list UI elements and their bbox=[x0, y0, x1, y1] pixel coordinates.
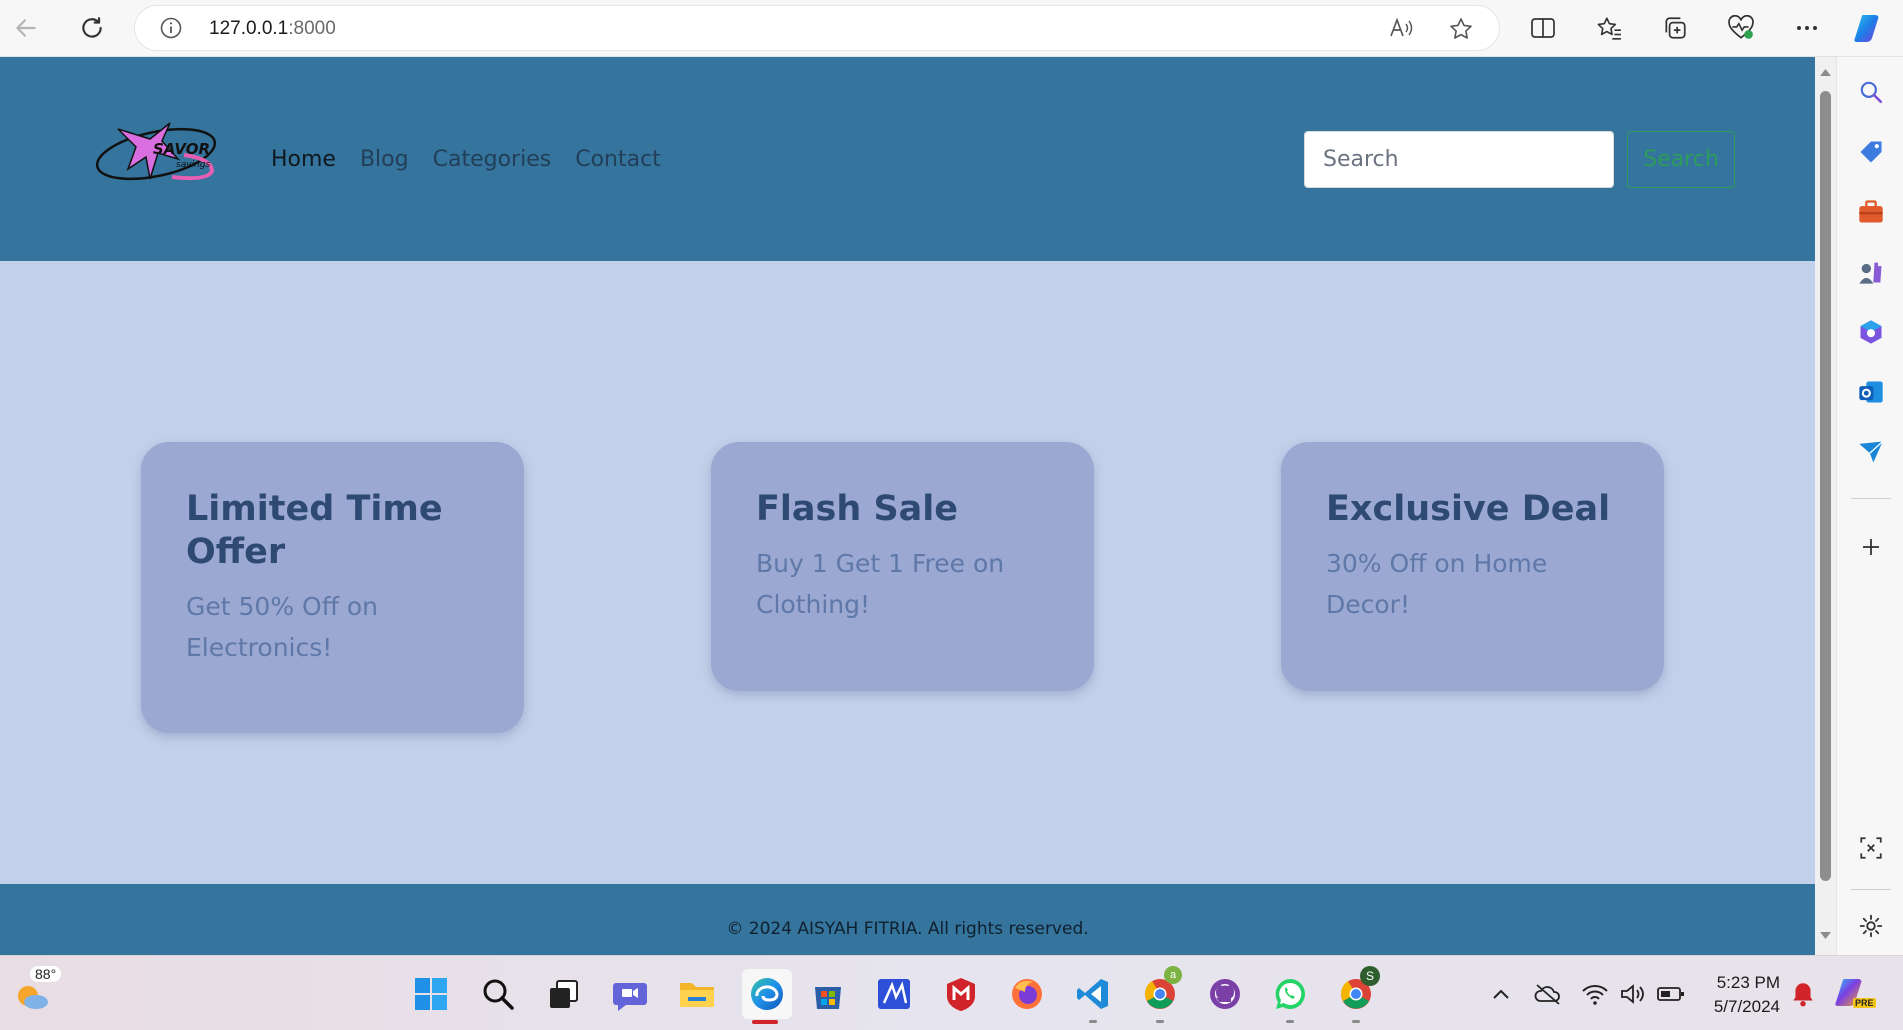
scroll-down-icon bbox=[1820, 932, 1831, 939]
sidebar-shopping-tag-icon[interactable] bbox=[1853, 134, 1889, 170]
refresh-icon bbox=[82, 17, 102, 38]
nav-home[interactable]: Home bbox=[271, 147, 336, 172]
browser-essentials-icon[interactable] bbox=[1723, 10, 1759, 46]
nav-categories[interactable]: Categories bbox=[433, 147, 552, 172]
favorites-icon[interactable] bbox=[1591, 10, 1627, 46]
edge-sidebar bbox=[1836, 57, 1903, 955]
search-input[interactable]: Search bbox=[1304, 131, 1614, 188]
browser-toolbar: 127.0.0.1:8000 bbox=[0, 0, 1903, 57]
read-aloud-icon[interactable] bbox=[1388, 16, 1414, 44]
url-port: :8000 bbox=[288, 18, 336, 39]
site-info-icon[interactable] bbox=[159, 16, 183, 44]
card-text: Buy 1 Get 1 Free on Clothing! bbox=[756, 549, 1005, 619]
windows-start-icon[interactable] bbox=[411, 974, 451, 1014]
whatsapp-icon[interactable] bbox=[1270, 974, 1310, 1014]
taskbar-clock[interactable]: 5:23 PM 5/7/2024 bbox=[1700, 971, 1780, 1019]
show-hidden-icons-chevron-icon[interactable] bbox=[1481, 974, 1521, 1014]
weather-temp: 88° bbox=[30, 966, 62, 982]
main-nav: Home Blog Categories Contact bbox=[271, 147, 661, 172]
sidebar-tools-icon[interactable] bbox=[1853, 194, 1889, 230]
url-host: 127.0.0.1 bbox=[209, 18, 289, 39]
page-viewport: SAVOR savings Home Blog Categories Conta… bbox=[0, 57, 1815, 955]
sidebar-screenshot-icon[interactable] bbox=[1853, 830, 1889, 866]
offer-card-limited-time: Limited Time Offer Get 50% Off on Electr… bbox=[141, 442, 524, 733]
logo-text: SAVOR bbox=[153, 140, 210, 158]
site-logo[interactable]: SAVOR savings bbox=[88, 117, 223, 187]
sidebar-search-icon[interactable] bbox=[1853, 74, 1889, 110]
copilot-icon[interactable] bbox=[1852, 10, 1888, 46]
sidebar-divider bbox=[1851, 889, 1891, 890]
scroll-up-icon bbox=[1820, 69, 1831, 76]
sidebar-settings-icon[interactable] bbox=[1853, 908, 1889, 944]
chrome-profile-s-icon[interactable]: S bbox=[1336, 966, 1380, 1014]
search-button-label: Search bbox=[1643, 147, 1719, 172]
task-view-icon[interactable] bbox=[544, 974, 584, 1014]
site-footer: © 2024 AISYAH FITRIA. All rights reserve… bbox=[0, 884, 1815, 955]
teams-chat-icon[interactable] bbox=[610, 974, 650, 1014]
logo-subtext: savings bbox=[176, 160, 210, 170]
copilot-taskbar-icon[interactable]: PRE bbox=[1833, 974, 1876, 1014]
sidebar-send-icon[interactable] bbox=[1853, 434, 1889, 470]
back-button[interactable] bbox=[8, 10, 44, 46]
running-indicator bbox=[1286, 1020, 1294, 1023]
firefox-icon[interactable] bbox=[1007, 974, 1047, 1014]
search-button[interactable]: Search bbox=[1627, 131, 1735, 188]
card-title: Flash Sale bbox=[756, 489, 959, 529]
file-explorer-icon[interactable] bbox=[677, 974, 717, 1014]
running-indicator bbox=[1156, 1020, 1164, 1023]
card-title: Limited Time Offer bbox=[186, 489, 443, 572]
clock-date: 5/7/2024 bbox=[1713, 997, 1780, 1016]
sidebar-divider bbox=[1851, 498, 1891, 499]
refresh-button[interactable] bbox=[74, 10, 110, 46]
sidebar-outlook-icon[interactable] bbox=[1853, 374, 1889, 410]
math-app-icon[interactable] bbox=[874, 974, 914, 1014]
url-text[interactable]: 127.0.0.1:8000 bbox=[209, 18, 336, 40]
chrome-profile-a-icon[interactable]: a bbox=[1140, 966, 1182, 1014]
wifi-icon[interactable] bbox=[1575, 974, 1615, 1014]
search-placeholder: Search bbox=[1323, 147, 1399, 172]
edge-active-indicator bbox=[752, 1020, 778, 1024]
more-options-icon[interactable] bbox=[1789, 10, 1825, 46]
microsoft-store-icon[interactable] bbox=[808, 974, 848, 1014]
vscode-icon[interactable] bbox=[1073, 974, 1113, 1014]
nav-blog[interactable]: Blog bbox=[360, 147, 409, 172]
nav-contact[interactable]: Contact bbox=[575, 147, 661, 172]
clock-time: 5:23 PM bbox=[1716, 973, 1780, 992]
taskbar-search-icon[interactable] bbox=[478, 974, 518, 1014]
favorite-star-icon[interactable] bbox=[1448, 16, 1474, 46]
footer-copyright: © 2024 AISYAH FITRIA. All rights reserve… bbox=[726, 918, 1089, 939]
profile-badge: S bbox=[1360, 966, 1380, 986]
weather-widget-icon[interactable] bbox=[12, 976, 52, 1016]
site-header: SAVOR savings Home Blog Categories Conta… bbox=[0, 57, 1815, 261]
notification-bell-icon[interactable] bbox=[1783, 974, 1823, 1014]
offer-card-exclusive-deal: Exclusive Deal 30% Off on Home Decor! bbox=[1281, 442, 1664, 691]
page-scrollbar[interactable] bbox=[1815, 57, 1836, 955]
battery-icon[interactable] bbox=[1651, 974, 1691, 1014]
edge-browser-icon[interactable] bbox=[742, 969, 792, 1019]
windows-taskbar: 88° a S 5:23 PM 5/7/2024 PRE bbox=[0, 955, 1903, 1030]
collections-icon[interactable] bbox=[1657, 10, 1693, 46]
card-text: 30% Off on Home Decor! bbox=[1326, 549, 1548, 619]
back-arrow-icon bbox=[16, 19, 36, 37]
sidebar-games-icon[interactable] bbox=[1853, 254, 1889, 290]
running-indicator bbox=[1352, 1020, 1360, 1023]
mcafee-icon[interactable] bbox=[941, 974, 981, 1014]
scroll-thumb[interactable] bbox=[1820, 91, 1831, 881]
profile-badge: a bbox=[1164, 966, 1182, 984]
address-bar[interactable]: 127.0.0.1:8000 bbox=[134, 5, 1500, 51]
card-title: Exclusive Deal bbox=[1326, 489, 1611, 529]
onedrive-offline-icon[interactable] bbox=[1528, 974, 1568, 1014]
github-desktop-icon[interactable] bbox=[1205, 974, 1245, 1014]
sidebar-add-icon[interactable] bbox=[1853, 529, 1889, 565]
running-indicator bbox=[1089, 1020, 1097, 1023]
sidebar-microsoft365-icon[interactable] bbox=[1853, 314, 1889, 350]
offer-card-flash-sale: Flash Sale Buy 1 Get 1 Free on Clothing! bbox=[711, 442, 1094, 691]
card-text: Get 50% Off on Electronics! bbox=[186, 592, 379, 662]
preview-badge: PRE bbox=[1853, 998, 1876, 1008]
split-screen-icon[interactable] bbox=[1525, 10, 1561, 46]
volume-icon[interactable] bbox=[1613, 974, 1653, 1014]
